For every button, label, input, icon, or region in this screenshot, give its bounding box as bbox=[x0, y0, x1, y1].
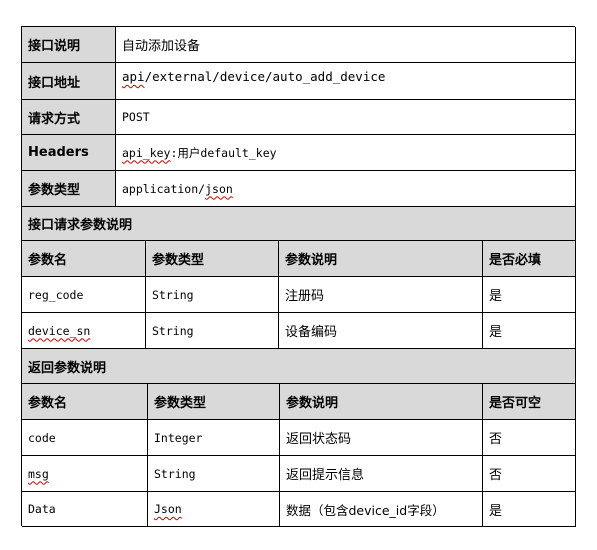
resp-col-nullable: 是否可空 bbox=[483, 384, 576, 420]
label-request-method: 请求方式 bbox=[22, 100, 116, 135]
req-row-device-sn-desc: 设备编码 bbox=[279, 313, 483, 349]
resp-row-msg-nullable: 否 bbox=[483, 456, 576, 492]
req-col-param-name: 参数名 bbox=[22, 241, 146, 277]
api-doc-table: 接口说明 自动添加设备 接口地址 api/external/device/aut… bbox=[21, 26, 576, 527]
req-col-required: 是否必填 bbox=[483, 241, 576, 277]
req-row-reg-code-required: 是 bbox=[483, 277, 576, 313]
resp-col-param-desc: 参数说明 bbox=[280, 384, 483, 420]
label-interface-url: 接口地址 bbox=[22, 63, 116, 100]
req-row-device-sn-type: String bbox=[146, 313, 279, 349]
resp-col-param-type: 参数类型 bbox=[148, 384, 280, 420]
req-row-reg-code-name: reg_code bbox=[22, 277, 146, 313]
value-request-method: POST bbox=[116, 100, 576, 135]
resp-row-data-desc: 数据（包含device_id字段） bbox=[280, 492, 483, 527]
label-headers: Headers bbox=[22, 135, 116, 171]
label-param-type: 参数类型 bbox=[22, 171, 116, 207]
resp-col-param-name: 参数名 bbox=[22, 384, 148, 420]
label-interface-desc: 接口说明 bbox=[22, 27, 116, 63]
resp-row-data-nullable: 是 bbox=[483, 492, 576, 527]
value-interface-url: api/external/device/auto_add_device bbox=[116, 63, 576, 100]
req-col-param-desc: 参数说明 bbox=[279, 241, 483, 277]
resp-row-code-name: code bbox=[22, 420, 148, 456]
req-row-device-sn-required: 是 bbox=[483, 313, 576, 349]
resp-row-msg-type: String bbox=[148, 456, 280, 492]
value-interface-desc: 自动添加设备 bbox=[116, 27, 576, 63]
value-param-type: application/json bbox=[116, 171, 576, 207]
resp-row-msg-name: msg bbox=[22, 456, 148, 492]
req-row-device-sn-name: device_sn bbox=[22, 313, 146, 349]
resp-row-code-type: Integer bbox=[148, 420, 280, 456]
request-section-title: 接口请求参数说明 bbox=[22, 207, 576, 241]
req-col-param-type: 参数类型 bbox=[146, 241, 279, 277]
response-section-title: 返回参数说明 bbox=[22, 349, 576, 384]
req-row-reg-code-desc: 注册码 bbox=[279, 277, 483, 313]
resp-row-data-name: Data bbox=[22, 492, 148, 527]
value-headers: api_key:用户default_key bbox=[116, 135, 576, 171]
resp-row-data-type: Json bbox=[148, 492, 280, 527]
resp-row-code-nullable: 否 bbox=[483, 420, 576, 456]
resp-row-code-desc: 返回状态码 bbox=[280, 420, 483, 456]
resp-row-msg-desc: 返回提示信息 bbox=[280, 456, 483, 492]
req-row-reg-code-type: String bbox=[146, 277, 279, 313]
